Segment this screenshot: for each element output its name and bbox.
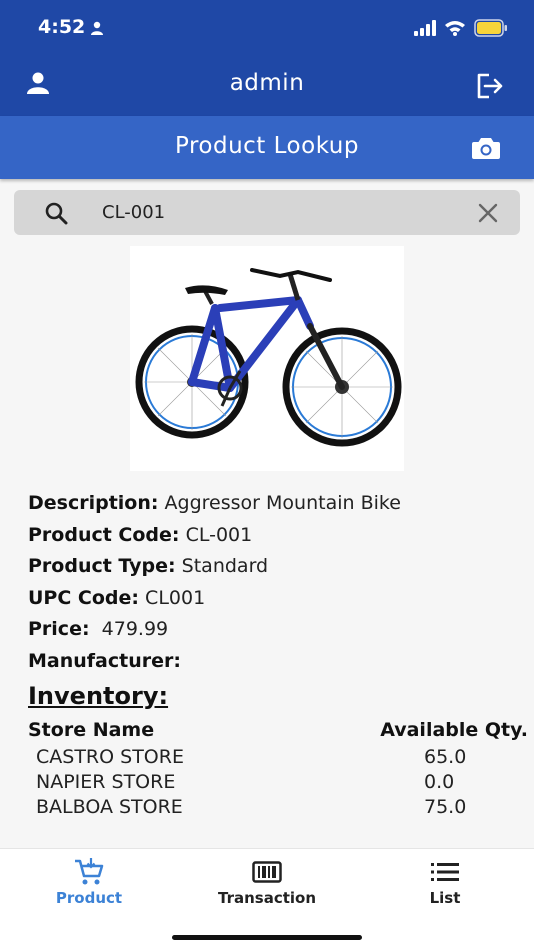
home-indicator[interactable]	[172, 935, 362, 940]
product-type-row: Product Type: Standard	[28, 555, 518, 587]
table-row: BALBOA STORE 75.0	[36, 796, 520, 821]
product-code-row: Product Code: CL-001	[28, 524, 518, 556]
header-title: admin	[229, 70, 305, 96]
store-name: BALBOA STORE	[36, 796, 183, 818]
person-icon	[90, 20, 104, 39]
page-title: Product Lookup	[175, 133, 359, 159]
inventory-header: Store Name Available Qty.	[28, 719, 528, 741]
app-header: admin	[0, 56, 534, 116]
nav-item-list[interactable]: List	[365, 857, 525, 907]
barcode-icon	[187, 857, 347, 887]
search-input[interactable]	[102, 190, 462, 235]
price-label: Price:	[28, 618, 90, 640]
description-value: Aggressor Mountain Bike	[164, 492, 401, 514]
price-value: 479.99	[101, 618, 169, 640]
product-code-label: Product Code:	[28, 523, 180, 546]
description-label: Description:	[28, 492, 159, 514]
nav-label-transaction: Transaction	[217, 889, 317, 907]
product-details: Description: Aggressor Mountain Bike Pro…	[28, 492, 518, 681]
nav-item-transaction[interactable]: Transaction	[187, 857, 347, 907]
product-type-value: Standard	[181, 555, 269, 577]
logout-icon[interactable]	[476, 73, 504, 103]
store-name-header: Store Name	[28, 719, 155, 741]
store-qty: 75.0	[424, 796, 467, 818]
search-bar	[14, 190, 520, 235]
available-qty-header: Available Qty.	[380, 719, 528, 741]
nav-label-product: Product	[55, 889, 123, 907]
description-row: Description: Aggressor Mountain Bike	[28, 492, 518, 524]
nav-item-product[interactable]: Product	[9, 857, 169, 907]
battery-icon	[474, 19, 508, 41]
camera-icon[interactable]	[472, 136, 500, 164]
close-icon[interactable]	[478, 203, 498, 227]
store-name: CASTRO STORE	[36, 746, 184, 768]
store-name: NAPIER STORE	[36, 771, 176, 793]
product-code-value: CL-001	[185, 523, 253, 546]
status-time: 4:52	[38, 16, 86, 38]
inventory-list: CASTRO STORE 65.0 NAPIER STORE 0.0 BALBO…	[36, 746, 520, 821]
signal-icon	[414, 20, 436, 40]
nav-label-list: List	[429, 889, 461, 907]
product-type-label: Product Type:	[28, 555, 176, 577]
cart-icon	[9, 857, 169, 887]
search-icon	[44, 201, 68, 229]
upc-label: UPC Code:	[28, 586, 139, 609]
inventory-title: Inventory:	[28, 682, 169, 710]
manufacturer-label: Manufacturer:	[28, 649, 181, 672]
status-bar: 4:52	[0, 0, 534, 56]
bike-illustration	[135, 268, 402, 447]
product-image	[130, 246, 404, 471]
table-row: CASTRO STORE 65.0	[36, 746, 520, 771]
list-icon	[365, 857, 525, 887]
manufacturer-row: Manufacturer:	[28, 650, 518, 682]
bottom-nav: Product Transaction List	[0, 848, 534, 950]
upc-row: UPC Code: CL001	[28, 587, 518, 619]
store-qty: 65.0	[424, 746, 467, 768]
price-row: Price: 479.99	[28, 618, 518, 650]
upc-value: CL001	[145, 586, 206, 609]
wifi-icon	[444, 20, 466, 40]
table-row: NAPIER STORE 0.0	[36, 771, 520, 796]
page-header: Product Lookup	[0, 116, 534, 179]
store-qty: 0.0	[424, 771, 455, 793]
